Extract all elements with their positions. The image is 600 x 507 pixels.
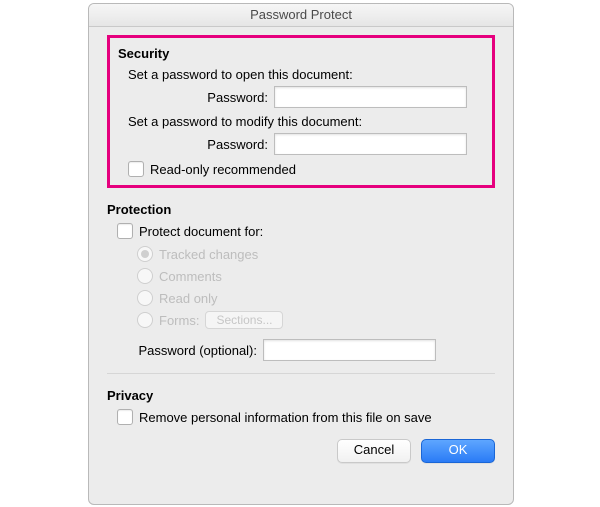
security-open-password-label: Password: [128,90,274,105]
password-protect-dialog: Password Protect Security Set a password… [88,3,514,505]
tracked-changes-radio [137,246,153,262]
protect-document-for-label: Protect document for: [139,224,263,239]
comments-label: Comments [159,269,222,284]
remove-personal-info-checkbox[interactable] [117,409,133,425]
security-modify-prompt: Set a password to modify this document: [128,114,484,129]
read-only-label: Read only [159,291,218,306]
readonly-recommended-checkbox[interactable] [128,161,144,177]
security-section-highlight: Security Set a password to open this doc… [107,35,495,188]
protect-document-for-checkbox[interactable] [117,223,133,239]
security-open-prompt: Set a password to open this document: [128,67,484,82]
tracked-changes-label: Tracked changes [159,247,258,262]
security-open-password-input[interactable] [274,86,467,108]
security-modify-password-input[interactable] [274,133,467,155]
privacy-heading: Privacy [107,388,495,403]
protection-heading: Protection [107,202,495,217]
forms-label: Forms: [159,313,199,328]
sections-button: Sections... [205,311,283,329]
protection-options-group: Tracked changes Comments Read only Forms… [137,243,495,331]
security-modify-password-label: Password: [128,137,274,152]
divider [107,373,495,374]
comments-radio [137,268,153,284]
cancel-button[interactable]: Cancel [337,439,411,463]
forms-radio [137,312,153,328]
readonly-recommended-label: Read-only recommended [150,162,296,177]
ok-button[interactable]: OK [421,439,495,463]
security-heading: Security [118,46,484,61]
protection-password-input[interactable] [263,339,436,361]
read-only-radio [137,290,153,306]
remove-personal-info-label: Remove personal information from this fi… [139,410,432,425]
protection-password-label: Password (optional): [117,343,263,358]
window-title: Password Protect [89,4,513,27]
